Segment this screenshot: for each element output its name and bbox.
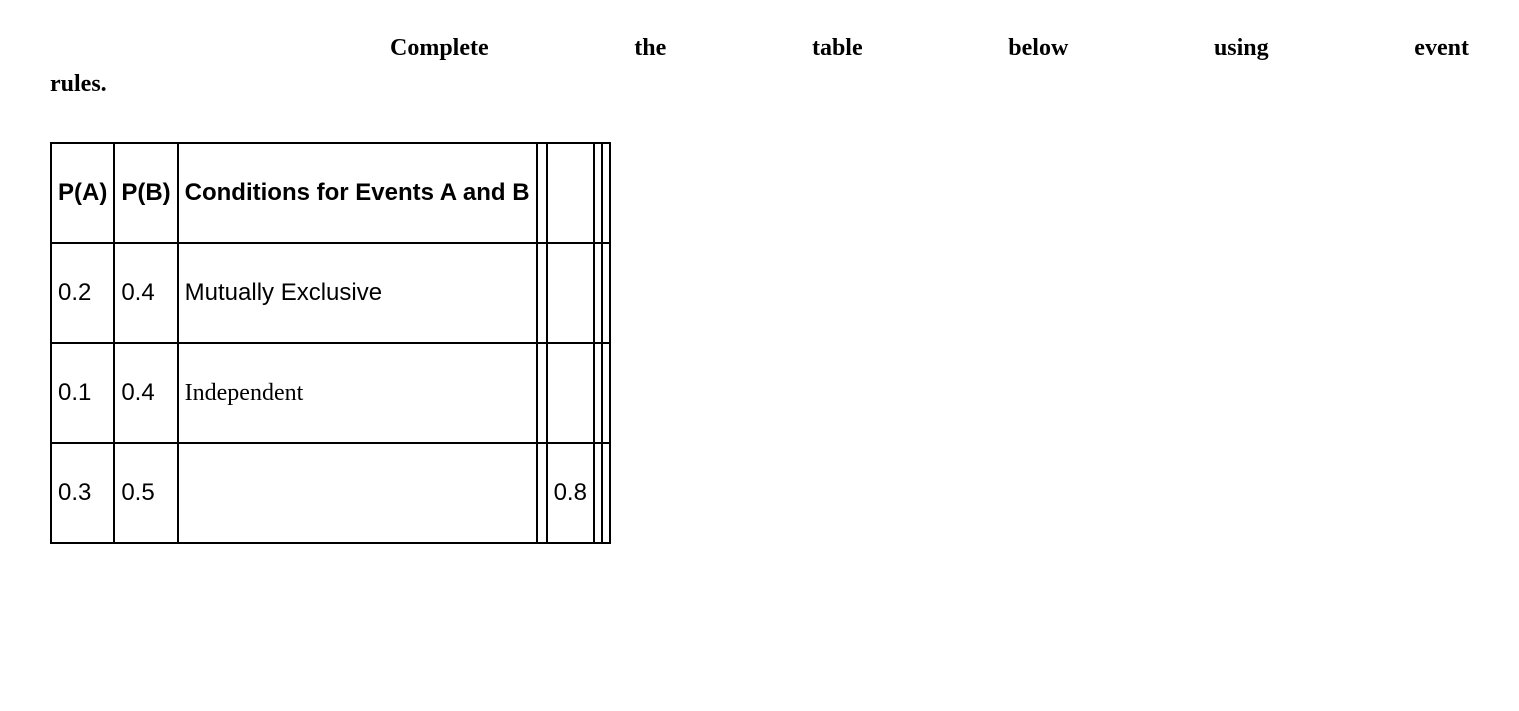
- cell-pa: 0.1: [51, 343, 114, 443]
- cell-empty: [594, 243, 602, 343]
- cell-condition: [178, 443, 537, 543]
- cell-empty: [602, 443, 610, 543]
- cell-empty: [537, 343, 547, 443]
- cell-value: 0.8: [547, 443, 594, 543]
- table-header-row: P(A) P(B) Conditions for Events A and B: [51, 143, 610, 243]
- table-row: 0.1 0.4 Independent: [51, 343, 610, 443]
- instruction-line-2: rules.: [50, 66, 1469, 102]
- cell-value: [547, 343, 594, 443]
- header-conditions: Conditions for Events A and B: [178, 143, 537, 243]
- instruction-text: Complete the table below using event rul…: [50, 30, 1469, 102]
- cell-empty: [594, 443, 602, 543]
- header-empty-3: [594, 143, 602, 243]
- cell-value: [547, 243, 594, 343]
- word: event: [1414, 30, 1469, 66]
- cell-pb: 0.4: [114, 343, 177, 443]
- cell-empty: [602, 343, 610, 443]
- header-pa: P(A): [51, 143, 114, 243]
- word: Complete: [390, 30, 489, 66]
- header-empty-1: [537, 143, 547, 243]
- instruction-line-1: Complete the table below using event: [50, 30, 1469, 66]
- header-pb: P(B): [114, 143, 177, 243]
- cell-pb: 0.4: [114, 243, 177, 343]
- cell-condition: Independent: [178, 343, 537, 443]
- word: table: [812, 30, 863, 66]
- cell-empty: [602, 243, 610, 343]
- cell-condition: Mutually Exclusive: [178, 243, 537, 343]
- cell-empty: [594, 343, 602, 443]
- probability-table: P(A) P(B) Conditions for Events A and B …: [50, 142, 611, 544]
- table-row: 0.2 0.4 Mutually Exclusive: [51, 243, 610, 343]
- word: the: [634, 30, 666, 66]
- cell-pb: 0.5: [114, 443, 177, 543]
- cell-empty: [537, 443, 547, 543]
- cell-empty: [537, 243, 547, 343]
- table-row: 0.3 0.5 0.8: [51, 443, 610, 543]
- cell-pa: 0.2: [51, 243, 114, 343]
- cell-pa: 0.3: [51, 443, 114, 543]
- word: below: [1008, 30, 1068, 66]
- header-empty-2: [547, 143, 594, 243]
- header-empty-4: [602, 143, 610, 243]
- word: using: [1214, 30, 1269, 66]
